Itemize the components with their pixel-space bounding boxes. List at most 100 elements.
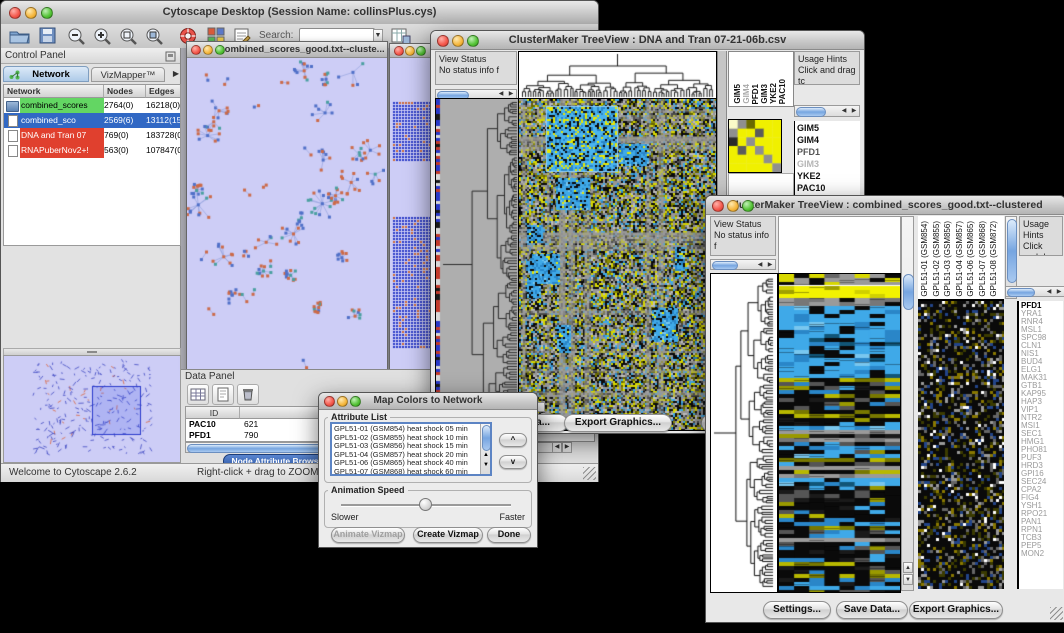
gene-label[interactable]: MON2 <box>1021 550 1061 558</box>
new-attribute-icon[interactable] <box>212 384 234 405</box>
close-icon[interactable] <box>191 45 201 55</box>
tab-network[interactable]: Network <box>3 66 89 82</box>
scroll-left-icon[interactable]: ◀ <box>552 442 562 453</box>
minimize-icon[interactable] <box>452 35 464 47</box>
zoom-in-icon[interactable] <box>93 27 113 45</box>
speed-slider-thumb[interactable] <box>419 498 432 511</box>
scroll-right-icon[interactable]: ▶ <box>849 107 859 116</box>
attribute-listbox[interactable]: GPL51-01 (GSM854) heat shock 05 minGPL51… <box>330 422 492 476</box>
scroll-down-icon[interactable]: ▼ <box>483 462 489 468</box>
animate-vizmap-button[interactable]: Animate Vizmap <box>331 527 405 543</box>
zoom-window-icon[interactable] <box>350 396 361 407</box>
save-data-button[interactable]: Save Data... <box>836 601 908 619</box>
scroll-left-icon[interactable]: ◀ <box>1044 288 1054 297</box>
done-button[interactable]: Done <box>487 527 531 543</box>
zoom-window-icon[interactable] <box>416 46 426 56</box>
attribute-table-icon[interactable] <box>187 384 209 405</box>
scroll-right-icon[interactable]: ▶ <box>562 442 572 453</box>
close-icon[interactable] <box>9 7 21 19</box>
move-down-button[interactable]: v <box>499 455 527 469</box>
network-table-row[interactable]: DNA and Tran 07769(0)183728(0) <box>4 128 180 143</box>
minimize-icon[interactable] <box>203 45 213 55</box>
array-label[interactable]: GPL51-04 (GSM857) <box>955 221 964 297</box>
array-label[interactable]: GPL51-07 (GSM868) <box>978 221 987 297</box>
treeview2-hscrollbar[interactable]: ◀ ▶ <box>710 259 776 270</box>
save-icon[interactable] <box>39 27 57 44</box>
scrollbar-thumb[interactable] <box>187 444 329 453</box>
gene-label[interactable]: PAC10 <box>797 182 858 194</box>
column-label[interactable]: GIM3 <box>760 84 769 104</box>
settings-button[interactable]: Settings... <box>763 601 831 619</box>
create-vizmap-button[interactable]: Create Vizmap <box>413 527 483 543</box>
tab-vizmapper[interactable]: VizMapper™ <box>91 67 165 82</box>
scroll-right-icon[interactable]: ▶ <box>765 261 775 270</box>
scrollbar-thumb[interactable] <box>482 425 491 451</box>
array-dendrogram[interactable] <box>518 51 717 100</box>
column-label[interactable]: PFD1 <box>751 84 760 104</box>
close-icon[interactable] <box>394 46 404 56</box>
resize-grip[interactable] <box>1050 607 1063 620</box>
selection-heatmap[interactable] <box>918 301 1004 589</box>
dialog-titlebar[interactable]: Map Colors to Network <box>319 393 537 410</box>
move-up-button[interactable]: ^ <box>499 433 527 447</box>
array-label[interactable]: GPL51-08 (GSM872) <box>989 221 998 297</box>
zoom-out-icon[interactable] <box>67 27 87 45</box>
heatmap-vscrollbar[interactable]: ▲ ▼ <box>901 216 914 591</box>
network-table-row[interactable]: combined_sco2569(6)13112(15) <box>4 113 180 128</box>
list-vscrollbar[interactable]: ▲ ▼ <box>480 424 490 474</box>
scrollbar-thumb[interactable] <box>903 274 914 310</box>
network-table-row[interactable]: RNAPuberNov2+!563(0)107847(0) <box>4 143 180 158</box>
export-graphics-button[interactable]: Export Graphics... <box>564 414 672 432</box>
minimize-icon[interactable] <box>405 46 415 56</box>
scroll-down-icon[interactable]: ▼ <box>903 574 913 585</box>
zoom-window-icon[interactable] <box>41 7 53 19</box>
zoom-scrollbar[interactable]: ◀ ▶ <box>794 105 860 117</box>
gene-label[interactable]: GIM4 <box>797 134 858 146</box>
main-titlebar[interactable]: Cytoscape Desktop (Session Name: collins… <box>1 1 598 25</box>
gene-label[interactable]: PFD1 <box>797 146 858 158</box>
scrollbar-thumb[interactable] <box>796 107 826 117</box>
genelist-hscrollbar[interactable]: ◀ ▶ <box>1005 286 1064 297</box>
array-label[interactable]: GPL51-02 (GSM855) <box>932 221 941 297</box>
column-label[interactable]: PAC10 <box>778 79 787 104</box>
close-icon[interactable] <box>324 396 335 407</box>
minimize-icon[interactable] <box>25 7 37 19</box>
array-label[interactable]: GPL51-06 (GSM865) <box>966 221 975 297</box>
scrollbar-thumb[interactable] <box>712 261 738 270</box>
tab-overflow-icon[interactable]: ▶ <box>173 69 179 78</box>
resize-grip[interactable] <box>583 467 596 480</box>
column-label[interactable]: YKE2 <box>769 83 778 104</box>
column-label[interactable]: GIM4 <box>742 84 751 104</box>
zoom-selected-icon[interactable] <box>145 27 165 45</box>
zoom-window-icon[interactable] <box>467 35 479 47</box>
close-icon[interactable] <box>712 200 724 212</box>
scroll-up-icon[interactable]: ▲ <box>483 452 489 458</box>
array-label[interactable]: GPL51-03 (GSM856) <box>943 221 952 297</box>
expression-heatmap[interactable] <box>518 98 717 431</box>
scroll-right-icon[interactable]: ▶ <box>1054 288 1064 297</box>
gene-label[interactable]: GIM5 <box>797 122 858 134</box>
zoom-window-icon[interactable] <box>742 200 754 212</box>
minimize-icon[interactable] <box>337 396 348 407</box>
selection-mini-heatmap[interactable] <box>728 119 782 173</box>
export-graphics-button[interactable]: Export Graphics... <box>909 601 1003 619</box>
open-folder-icon[interactable] <box>9 27 31 44</box>
scroll-left-icon[interactable]: ◀ <box>839 107 849 116</box>
gene-dendrogram[interactable] <box>710 273 778 593</box>
close-icon[interactable] <box>437 35 449 47</box>
birdseye-view[interactable] <box>3 355 181 463</box>
network-graph-canvas[interactable] <box>187 58 385 369</box>
treeview1-titlebar[interactable]: ClusterMaker TreeView : DNA and Tran 07-… <box>431 31 864 50</box>
column-label[interactable]: GIM5 <box>733 84 742 104</box>
scrollbar-thumb[interactable] <box>1007 219 1017 283</box>
gene-label[interactable]: GIM3 <box>797 158 858 170</box>
float-panel-icon[interactable] <box>165 51 176 62</box>
array-label[interactable]: GPL51-01 (GSM854) <box>920 221 929 297</box>
gene-dendrogram[interactable] <box>435 98 520 431</box>
treeview2-titlebar[interactable]: ClusterMaker TreeView : combined_scores_… <box>706 196 1064 215</box>
attribute-list-item[interactable]: GPL51-07 (GSM868) heat shock 60 min <box>334 468 478 476</box>
minimize-icon[interactable] <box>727 200 739 212</box>
delete-attribute-icon[interactable] <box>237 384 259 405</box>
scroll-up-icon[interactable]: ▲ <box>903 562 913 573</box>
expression-heatmap[interactable] <box>778 273 901 593</box>
